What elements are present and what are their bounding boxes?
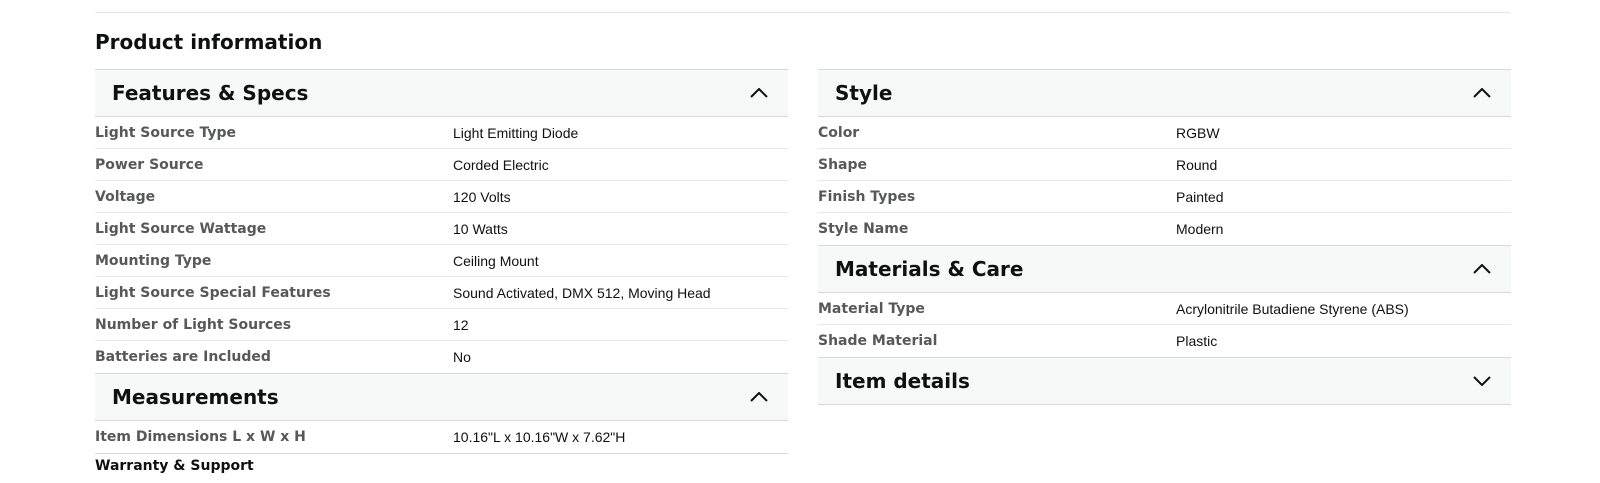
spec-label: Shape	[818, 156, 868, 173]
item-details-section-header[interactable]: Item details	[818, 357, 1511, 405]
chevron-up-icon	[748, 386, 770, 408]
table-row: Batteries are Included No	[95, 341, 788, 373]
left-column: Features & Specs Light Source Type Light…	[95, 69, 788, 454]
table-row: Light Source Wattage 10 Watts	[95, 213, 788, 245]
spec-label: Mounting Type	[95, 252, 212, 269]
style-section-header[interactable]: Style	[818, 69, 1511, 117]
top-divider	[95, 12, 1510, 13]
section-title: Measurements	[112, 385, 279, 409]
spec-value: Round	[1176, 156, 1218, 173]
spec-label: Material Type	[818, 300, 925, 317]
spec-label: Voltage	[95, 188, 156, 205]
spec-label: Shade Material	[818, 333, 938, 349]
table-row: Light Source Type Light Emitting Diode	[95, 117, 788, 149]
warranty-support-heading[interactable]: Warranty & Support	[95, 457, 254, 475]
features-specs-table: Light Source Type Light Emitting Diode P…	[95, 117, 788, 373]
table-row: Shape Round	[818, 149, 1511, 181]
spec-label: Style Name	[818, 221, 909, 237]
chevron-up-icon	[1471, 82, 1493, 104]
section-title: Style	[835, 81, 893, 105]
page-title: Product information	[95, 30, 323, 54]
spec-value: 10 Watts	[453, 220, 508, 237]
measurements-section-header[interactable]: Measurements	[95, 373, 788, 421]
spec-value: RGBW	[1176, 124, 1220, 141]
spec-value: 12	[453, 316, 469, 333]
table-row: Style Name Modern	[818, 213, 1511, 245]
measurements-table: Item Dimensions L x W x H 10.16"L x 10.1…	[95, 421, 788, 453]
spec-value: Painted	[1176, 188, 1224, 205]
table-row: Item Dimensions L x W x H 10.16"L x 10.1…	[95, 421, 788, 453]
spec-label: Light Source Wattage	[95, 220, 267, 237]
spec-value: Modern	[1176, 221, 1224, 237]
table-row: Light Source Special Features Sound Acti…	[95, 277, 788, 309]
chevron-down-icon	[1471, 370, 1493, 392]
table-row: Shade Material Plastic	[818, 325, 1511, 357]
right-column: Style Color RGBW Shape Round Finish Type…	[818, 69, 1511, 405]
spec-value: Acrylonitrile Butadiene Styrene (ABS)	[1176, 300, 1409, 317]
spec-label: Batteries are Included	[95, 349, 271, 365]
chevron-up-icon	[1471, 258, 1493, 280]
spec-label: Light Source Type	[95, 124, 237, 141]
spec-value: Ceiling Mount	[453, 252, 539, 269]
spec-label: Item Dimensions L x W x H	[95, 429, 306, 445]
spec-value: 10.16"L x 10.16"W x 7.62"H	[453, 429, 626, 445]
section-title: Materials & Care	[835, 257, 1024, 281]
table-row: Voltage 120 Volts	[95, 181, 788, 213]
spec-label: Finish Types	[818, 188, 916, 205]
spec-label: Number of Light Sources	[95, 316, 292, 333]
features-specs-section-header[interactable]: Features & Specs	[95, 69, 788, 117]
spec-value: No	[453, 349, 471, 365]
spec-value: Light Emitting Diode	[453, 124, 579, 141]
divider	[95, 453, 788, 454]
spec-label: Light Source Special Features	[95, 284, 331, 301]
spec-value: 120 Volts	[453, 188, 511, 205]
materials-care-section-header[interactable]: Materials & Care	[818, 245, 1511, 293]
spec-label: Color	[818, 124, 860, 141]
spec-value: Plastic	[1176, 333, 1218, 349]
table-row: Finish Types Painted	[818, 181, 1511, 213]
spec-label: Power Source	[95, 156, 204, 173]
spec-value: Sound Activated, DMX 512, Moving Head	[453, 284, 711, 301]
style-table: Color RGBW Shape Round Finish Types Pain…	[818, 117, 1511, 245]
table-row: Material Type Acrylonitrile Butadiene St…	[818, 293, 1511, 325]
chevron-up-icon	[748, 82, 770, 104]
table-row: Mounting Type Ceiling Mount	[95, 245, 788, 277]
section-title: Features & Specs	[112, 81, 309, 105]
table-row: Color RGBW	[818, 117, 1511, 149]
table-row: Number of Light Sources 12	[95, 309, 788, 341]
materials-care-table: Material Type Acrylonitrile Butadiene St…	[818, 293, 1511, 357]
spec-value: Corded Electric	[453, 156, 549, 173]
section-title: Item details	[835, 369, 970, 393]
table-row: Power Source Corded Electric	[95, 149, 788, 181]
